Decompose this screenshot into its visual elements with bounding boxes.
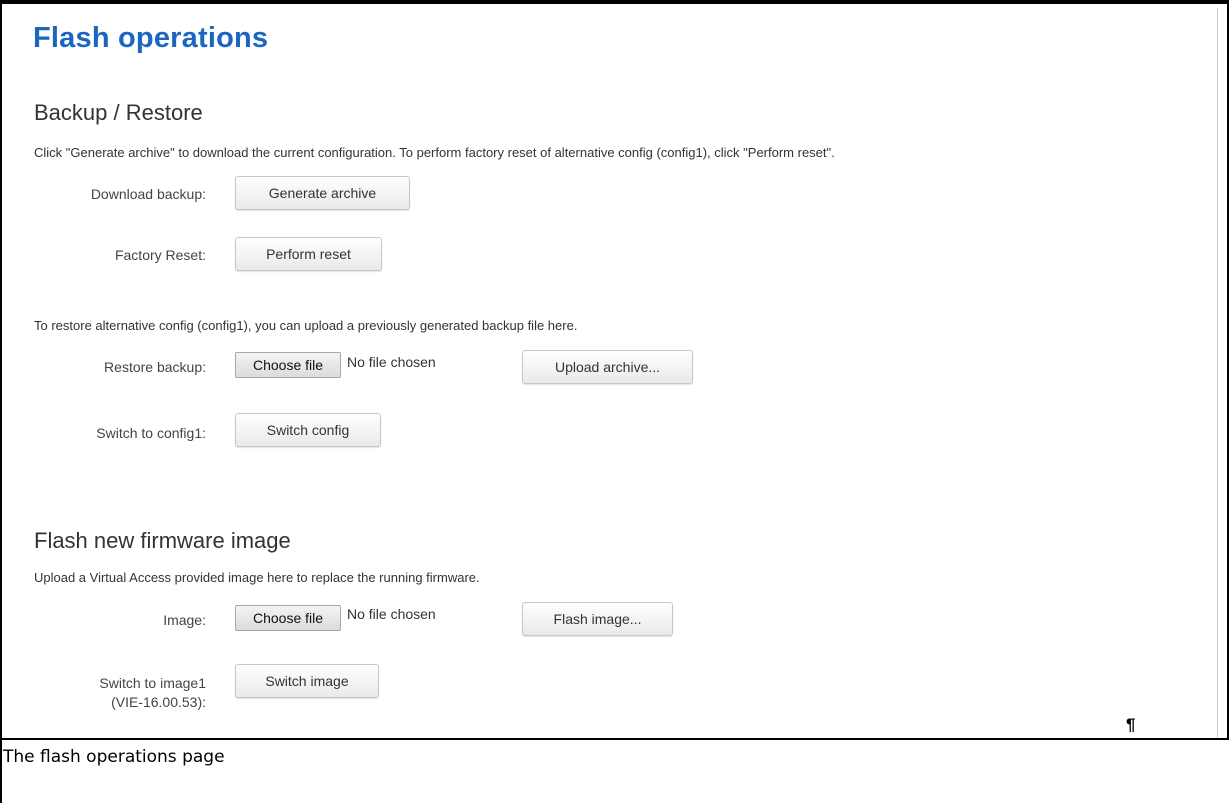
- switch-image-label-line1: Switch to image1: [99, 675, 206, 691]
- frame-top-border: [0, 0, 1229, 4]
- image-file-status: No file chosen: [347, 606, 436, 622]
- factory-reset-label: Factory Reset:: [114, 247, 206, 263]
- firmware-heading: Flash new firmware image: [34, 528, 291, 553]
- restore-file-status: No file chosen: [347, 354, 436, 370]
- pilcrow-mark: ¶: [1126, 715, 1136, 734]
- switch-image-button[interactable]: Switch image: [235, 664, 379, 698]
- generate-archive-button[interactable]: Generate archive: [235, 176, 410, 210]
- download-backup-label: Download backup:: [90, 186, 206, 202]
- backup-description: Click "Generate archive" to download the…: [34, 145, 835, 160]
- flash-image-button[interactable]: Flash image...: [522, 602, 673, 636]
- image-label: Image:: [163, 612, 206, 628]
- restore-choose-file-button[interactable]: Choose file: [235, 352, 341, 378]
- restore-description: To restore alternative config (config1),…: [34, 318, 578, 333]
- switch-config-button[interactable]: Switch config: [235, 413, 381, 447]
- frame-left-border: [0, 0, 2, 803]
- perform-reset-button[interactable]: Perform reset: [235, 237, 382, 271]
- backup-restore-heading: Backup / Restore: [34, 100, 203, 125]
- switch-config-label: Switch to config1:: [96, 425, 206, 441]
- image-choose-file-button[interactable]: Choose file: [235, 605, 341, 631]
- restore-backup-label: Restore backup:: [104, 359, 206, 375]
- screenshot-right-edge: [1217, 8, 1218, 738]
- upload-archive-button[interactable]: Upload archive...: [522, 350, 693, 384]
- switch-image-label: Switch to image1 (VIE-16.00.53):: [31, 674, 206, 712]
- figure-caption: The flash operations page: [3, 747, 225, 767]
- caption-divider: [0, 738, 1229, 740]
- page-title: Flash operations: [33, 22, 269, 54]
- firmware-description: Upload a Virtual Access provided image h…: [34, 570, 480, 585]
- switch-image-label-line2: (VIE-16.00.53):: [111, 694, 206, 710]
